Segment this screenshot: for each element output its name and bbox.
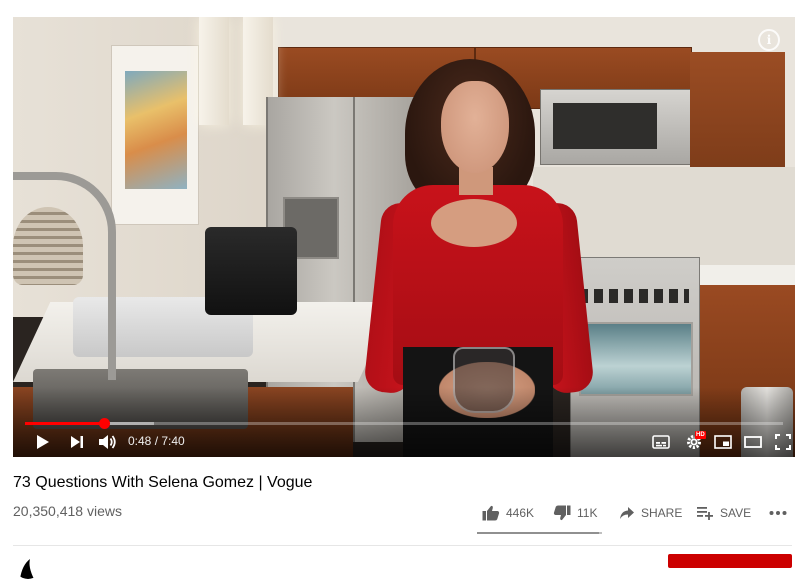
fullscreen-button[interactable] [773,431,793,453]
dislike-count: 11K [577,506,598,520]
save-button[interactable]: SAVE [697,503,751,523]
miniplayer-icon [714,435,732,449]
hd-badge: HD [695,431,706,439]
person-face [441,81,509,173]
settings-button[interactable]: HD [681,431,707,453]
more-horizontal-icon [769,511,787,515]
video-title: 73 Questions With Selena Gomez | Vogue [13,474,313,491]
time-display: 0:48 / 7:40 [128,434,185,448]
subtitles-icon [652,435,670,449]
channel-logo-icon [20,559,34,579]
more-actions-button[interactable] [769,503,787,523]
share-label: SHARE [641,506,683,520]
dislike-button[interactable]: 11K [553,503,597,523]
volume-icon [99,435,116,449]
progress-played [25,422,104,425]
miniplayer-button[interactable] [713,431,733,453]
share-icon [620,507,634,519]
play-icon [37,435,49,449]
video-player[interactable]: i 0:48 / 7:40 HD [13,17,795,457]
next-button[interactable] [67,431,87,453]
info-icon[interactable]: i [758,29,780,51]
thumbs-down-icon [553,505,571,521]
progress-bar[interactable] [25,418,783,429]
play-button[interactable] [33,431,53,453]
fullscreen-icon [775,434,791,450]
like-button[interactable]: 446K [482,503,534,523]
faucet [13,172,116,380]
save-label: SAVE [720,506,752,520]
like-count: 446K [506,506,535,520]
divider [13,545,792,546]
player-controls: 0:48 / 7:40 HD [13,431,795,453]
coffee-machine [205,227,297,315]
subtitles-button[interactable] [650,431,672,453]
next-icon [71,436,83,448]
like-dislike-ratio-bar [477,532,602,534]
like-ratio-fill [477,532,599,534]
add-to-playlist-icon [697,507,713,520]
subscribe-button[interactable] [668,554,792,568]
scrubber-handle[interactable] [98,418,110,429]
volume-button[interactable] [97,431,119,453]
share-button[interactable]: SHARE [619,503,682,523]
theater-mode-icon [744,436,762,448]
channel-avatar[interactable] [14,551,42,579]
thumbs-up-icon [482,505,500,521]
theater-mode-button[interactable] [742,431,764,453]
view-count: 20,350,418 views [13,503,122,519]
